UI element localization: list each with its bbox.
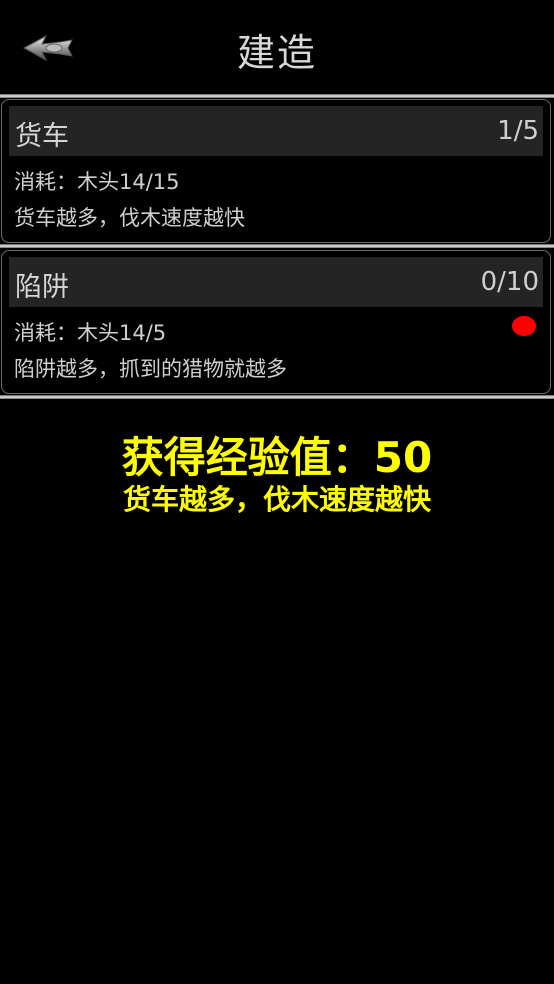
card-header: 货车 1/5 — [9, 106, 543, 156]
building-name: 货车 — [15, 121, 69, 152]
divider — [0, 94, 554, 98]
building-card-trap[interactable]: 陷阱 0/10 消耗：木头14/5 陷阱越多，抓到的猎物就越多 — [1, 250, 551, 394]
reward-tip-text: 货车越多，伐木速度越快 — [122, 483, 431, 516]
alert-dot-icon — [512, 316, 536, 336]
building-count: 0/10 — [480, 267, 539, 297]
card-header: 陷阱 0/10 — [9, 257, 543, 307]
building-description: 陷阱越多，抓到的猎物就越多 — [14, 357, 287, 381]
xp-reward-text: 获得经验值：50 — [121, 433, 433, 482]
building-name: 陷阱 — [15, 272, 69, 303]
divider — [0, 395, 554, 399]
building-cost: 消耗：木头14/5 — [14, 321, 167, 345]
building-cost: 消耗：木头14/15 — [14, 170, 180, 194]
header-bar: 建造 — [0, 0, 554, 94]
building-card-truck[interactable]: 货车 1/5 消耗：木头14/15 货车越多，伐木速度越快 — [1, 99, 551, 243]
divider — [0, 244, 554, 248]
building-description: 货车越多，伐木速度越快 — [14, 206, 245, 230]
page-title: 建造 — [236, 31, 317, 75]
building-count: 1/5 — [497, 116, 539, 146]
